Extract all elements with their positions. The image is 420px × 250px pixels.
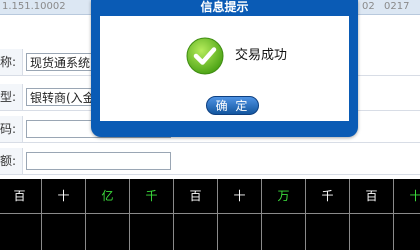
field-label: 型: [0, 84, 23, 110]
ruler-unit-label: 亿 [86, 179, 130, 213]
ruler-unit-label: 万 [262, 179, 306, 213]
field-label: 额: [0, 148, 23, 174]
header-value: 02 [362, 1, 375, 12]
field-label: 称: [0, 49, 23, 75]
dialog-title: 信息提示 [200, 0, 249, 14]
ruler-unit-label: 千 [130, 179, 174, 213]
ruler-unit-label: 十 [42, 179, 86, 213]
ruler-divider [173, 214, 174, 250]
ruler-divider [41, 214, 42, 250]
ruler-divider [217, 214, 218, 250]
header-value: 1.151.10002 [2, 1, 66, 12]
ruler-divider [305, 214, 306, 250]
ruler-divider [349, 214, 350, 250]
ruler-unit-label: 千 [306, 179, 350, 213]
check-circle-icon [186, 37, 224, 75]
ruler-divider [393, 214, 394, 250]
amount-digit-ruler: 百十亿千百十万千百十 [0, 179, 420, 250]
ruler-unit-label: 十 [218, 179, 262, 213]
ruler-unit-label: 百 [350, 179, 394, 213]
header-value: 0217 [384, 1, 410, 12]
ruler-divider [85, 214, 86, 250]
info-dialog: 信息提示 交易成功 确 定 [91, 0, 358, 137]
amount-field[interactable] [26, 152, 171, 170]
dialog-message: 交易成功 [235, 48, 288, 63]
ruler-unit-label: 百 [174, 179, 218, 213]
ruler-divider [261, 214, 262, 250]
form-row-amount: 额: [0, 148, 420, 175]
ruler-divider [129, 214, 130, 250]
field-label: 码: [0, 116, 23, 142]
ok-button[interactable]: 确 定 [206, 96, 259, 115]
ruler-header: 百十亿千百十万千百十 [0, 179, 420, 214]
ruler-unit-label: 十 [394, 179, 420, 213]
ruler-unit-label: 百 [0, 179, 42, 213]
dialog-body: 交易成功 确 定 [100, 16, 349, 121]
